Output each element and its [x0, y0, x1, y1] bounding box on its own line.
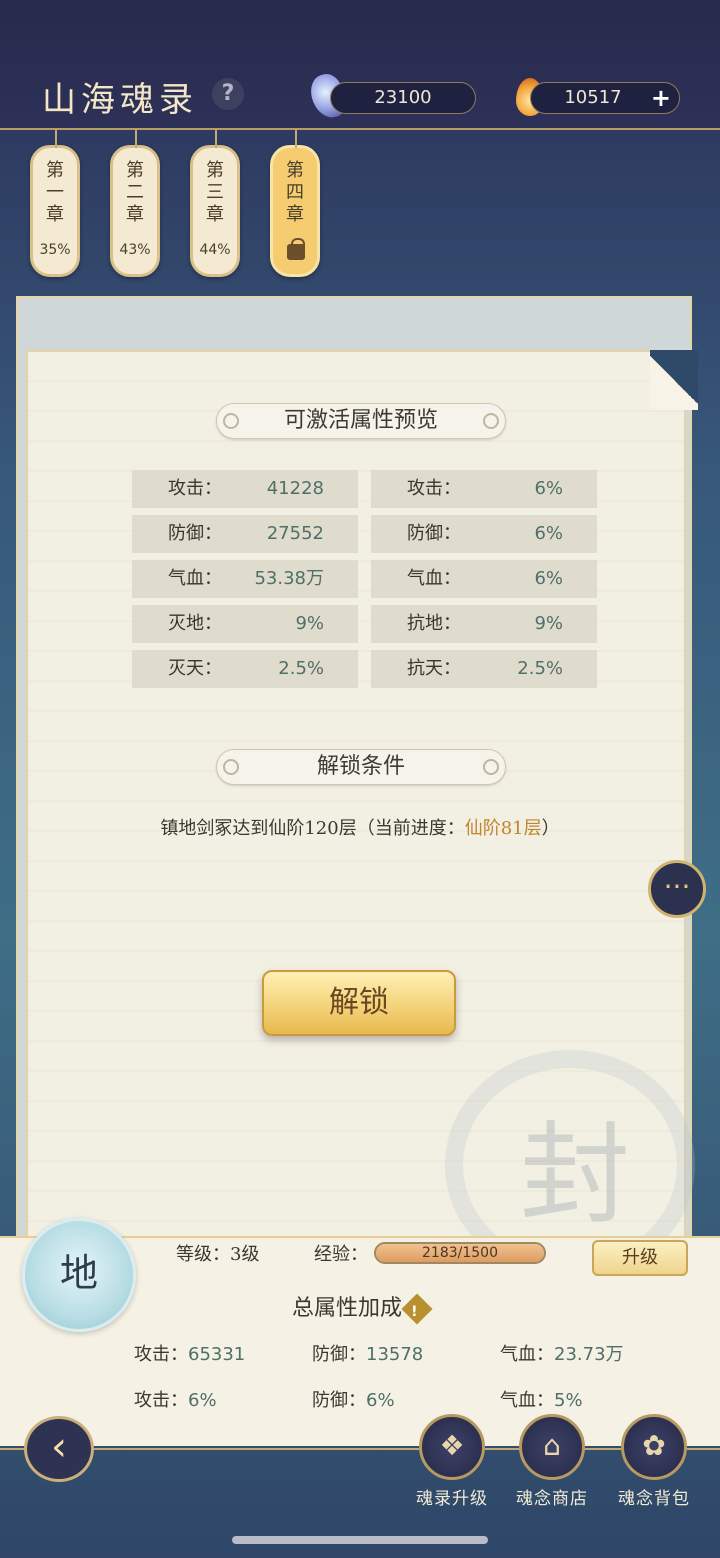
- chapter-label: 第三章: [206, 160, 224, 225]
- attr-value: 9%: [295, 613, 324, 634]
- back-arrow-icon[interactable]: ‹: [24, 1416, 94, 1482]
- unlock-title-text: 解锁条件: [316, 754, 405, 779]
- chapter-progress: 44%: [199, 242, 231, 258]
- unlock-section-title: 解锁条件: [216, 749, 506, 785]
- preview-section-title: 可激活属性预览: [216, 403, 506, 439]
- nav-soul-bag[interactable]: ✿ 魂念背包: [614, 1414, 694, 1509]
- chapter-label: 第一章: [46, 160, 64, 225]
- tab-chapter-1[interactable]: 第一章 35%: [30, 130, 80, 277]
- bag-icon: ✿: [621, 1414, 687, 1480]
- attr-name: 灭天：: [168, 658, 222, 679]
- total-stat: 攻击：65331: [134, 1344, 246, 1365]
- attr-value: 6%: [534, 568, 563, 589]
- title-ornament-icon: [483, 759, 499, 775]
- attr-value: 2.5%: [517, 658, 563, 679]
- attr-name: 防御：: [168, 523, 222, 544]
- attr-name: 抗天：: [407, 658, 461, 679]
- attr-name: 抗地：: [407, 613, 461, 634]
- nav-label: 魂念背包: [618, 1489, 690, 1509]
- upgrade-button[interactable]: 升级: [592, 1240, 688, 1276]
- chat-bubble-icon[interactable]: ···: [648, 860, 706, 918]
- attr-value: 53.38万: [254, 568, 324, 589]
- unlock-button[interactable]: 解锁: [262, 970, 456, 1036]
- attr-value: 9%: [534, 613, 563, 634]
- total-stat: 防御：13578: [312, 1344, 424, 1365]
- total-bonus-title: 总属性加成!: [0, 1290, 720, 1325]
- exp-label: 经验：: [314, 1244, 368, 1265]
- shop-icon: ⌂: [519, 1414, 585, 1480]
- unlock-close-paren: ）: [541, 818, 560, 839]
- attr-name: 气血：: [407, 568, 461, 589]
- title-ornament-icon: [223, 759, 239, 775]
- question-icon[interactable]: ?: [212, 78, 244, 110]
- tab-chapter-3[interactable]: 第三章 44%: [190, 130, 240, 277]
- attr-row: 防御： 27552: [132, 515, 358, 553]
- attr-row: 攻击： 6%: [371, 470, 597, 508]
- title-ornament-icon: [483, 413, 499, 429]
- chapter-label: 第四章: [286, 160, 304, 225]
- chapter-progress: 43%: [119, 242, 151, 258]
- attr-value: 41228: [266, 478, 324, 499]
- nav-soul-shop[interactable]: ⌂ 魂念商店: [512, 1414, 592, 1509]
- flame-currency-amount: 10517: [564, 87, 622, 108]
- add-currency-plus-icon[interactable]: +: [651, 83, 671, 113]
- attr-name: 灭地：: [168, 613, 222, 634]
- attr-row: 防御： 6%: [371, 515, 597, 553]
- book-icon: ❖: [419, 1414, 485, 1480]
- total-stat: 攻击：6%: [134, 1390, 217, 1411]
- unlock-current-progress: 仙阶81层: [464, 818, 542, 839]
- exp-progress-text: 2183/1500: [422, 1245, 498, 1261]
- attr-name: 攻击：: [407, 478, 461, 499]
- attr-row: 灭天： 2.5%: [132, 650, 358, 688]
- soul-currency-amount: 23100: [330, 82, 476, 114]
- nav-label: 魂录升级: [416, 1489, 488, 1509]
- seal-watermark-glyph: 封: [520, 1111, 630, 1239]
- exp-progress-bar: 2183/1500: [374, 1242, 546, 1264]
- level-text: 等级：3级: [176, 1244, 260, 1265]
- nav-soul-upgrade[interactable]: ❖ 魂录升级: [412, 1414, 492, 1509]
- total-stat: 防御：6%: [312, 1390, 395, 1411]
- preview-title-text: 可激活属性预览: [283, 408, 438, 433]
- attr-row: 气血： 53.38万: [132, 560, 358, 598]
- chapter-progress: 35%: [39, 242, 71, 258]
- nav-label: 魂念商店: [516, 1489, 588, 1509]
- total-stat: 气血：5%: [500, 1390, 583, 1411]
- attr-name: 气血：: [168, 568, 222, 589]
- unlock-condition: 镇地剑冢达到仙阶120层（当前进度：仙阶81层）: [0, 814, 720, 840]
- home-indicator[interactable]: [232, 1536, 488, 1544]
- lock-icon: [287, 238, 305, 260]
- attr-value: 27552: [266, 523, 324, 544]
- tab-chapter-2[interactable]: 第二章 43%: [110, 130, 160, 277]
- attr-row: 灭地： 9%: [132, 605, 358, 643]
- attr-value: 6%: [534, 523, 563, 544]
- paper-fold-corner: [650, 350, 698, 410]
- unlock-condition-text: 镇地剑冢达到仙阶120层（当前进度：: [160, 818, 465, 839]
- info-warning-icon[interactable]: !: [401, 1293, 433, 1325]
- tab-chapter-4[interactable]: 第四章: [270, 130, 320, 277]
- total-bonus-title-text: 总属性加成: [291, 1296, 402, 1321]
- attr-row: 抗地： 9%: [371, 605, 597, 643]
- nav-divider: [0, 1448, 720, 1450]
- chapter-label: 第二章: [126, 160, 144, 225]
- flame-currency-box: 10517 +: [530, 82, 680, 114]
- attr-value: 6%: [534, 478, 563, 499]
- attr-name: 攻击：: [168, 478, 222, 499]
- page-title: 山海魂录: [42, 80, 198, 120]
- title-ornament-icon: [223, 413, 239, 429]
- total-stat: 气血：23.73万: [500, 1344, 624, 1365]
- attr-row: 气血： 6%: [371, 560, 597, 598]
- attr-row: 抗天： 2.5%: [371, 650, 597, 688]
- attr-name: 防御：: [407, 523, 461, 544]
- attr-row: 攻击： 41228: [132, 470, 358, 508]
- attr-value: 2.5%: [278, 658, 324, 679]
